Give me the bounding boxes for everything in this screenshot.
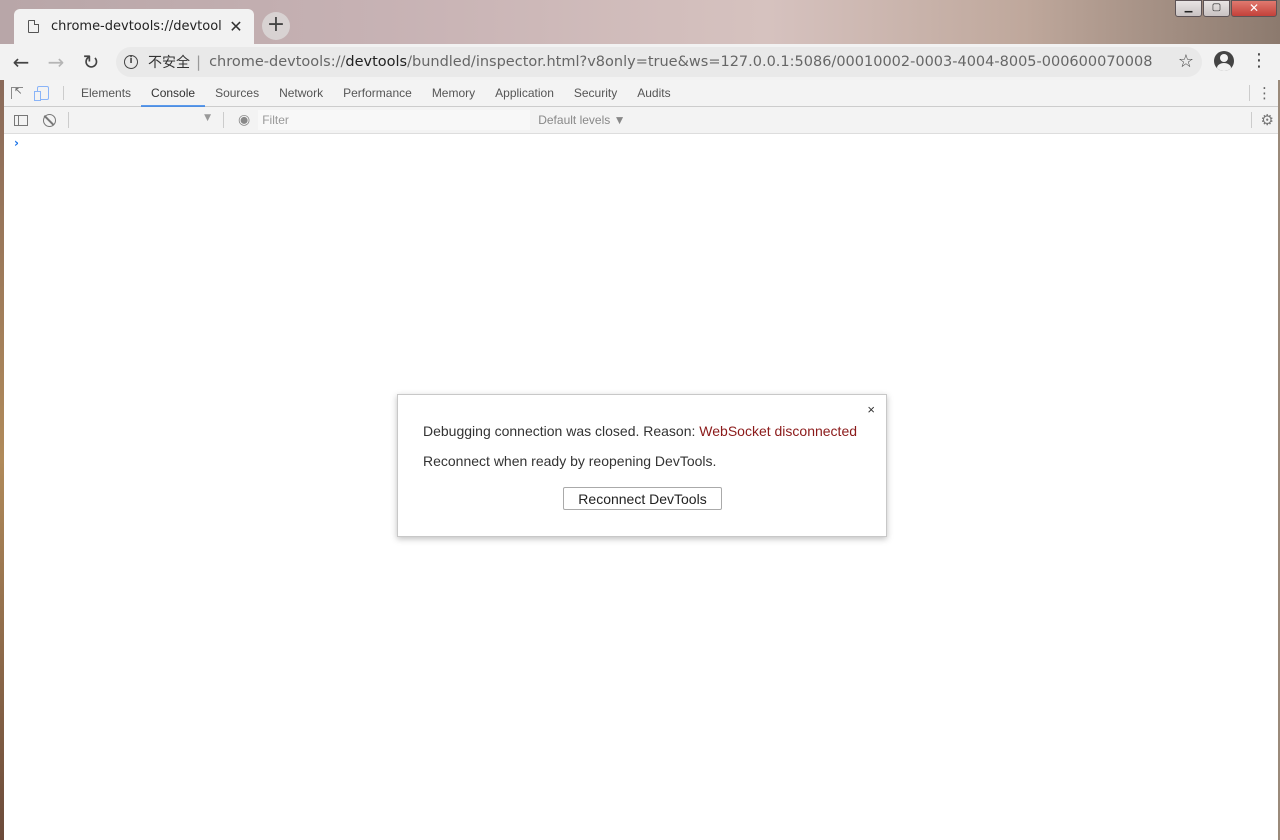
tab-performance[interactable]: Performance	[333, 80, 422, 106]
dialog-subtext: Reconnect when ready by reopening DevToo…	[423, 453, 717, 469]
dialog-message-prefix: Debugging connection was closed. Reason:	[423, 423, 700, 439]
tab-title: chrome-devtools://devtools/bundled/inspe…	[51, 19, 222, 34]
log-levels-dropdown[interactable]: Default levels ▼	[538, 113, 625, 127]
tab-security[interactable]: Security	[564, 80, 627, 106]
tab-network[interactable]: Network	[269, 80, 333, 106]
tab-application[interactable]: Application	[485, 80, 564, 106]
clear-console-icon[interactable]	[43, 113, 56, 127]
dialog-close-icon[interactable]: ×	[867, 402, 875, 417]
tab-memory[interactable]: Memory	[422, 80, 485, 106]
console-sidebar-toggle-icon[interactable]	[14, 114, 28, 126]
context-selector[interactable]: ▼	[75, 110, 211, 130]
profile-avatar-icon[interactable]	[1214, 51, 1234, 71]
maximize-button[interactable]: ▢	[1203, 0, 1230, 17]
tab-sources[interactable]: Sources	[205, 80, 269, 106]
tab-close-icon[interactable]: ✕	[228, 17, 244, 36]
console-settings-gear-icon[interactable]: ⚙	[1261, 111, 1274, 129]
browser-tab[interactable]: chrome-devtools://devtools/bundled/inspe…	[14, 9, 254, 44]
tab-elements[interactable]: Elements	[71, 80, 141, 106]
console-prompt-chevron-icon[interactable]: ›	[14, 136, 19, 150]
tab-console[interactable]: Console	[141, 80, 206, 107]
address-bar[interactable]: i 不安全 | chrome-devtools://devtools/bundl…	[116, 47, 1202, 77]
minimize-button[interactable]: ▁	[1175, 0, 1202, 17]
window-close-button[interactable]: ✕	[1231, 0, 1277, 17]
console-toolbar-divider-2	[223, 112, 224, 128]
info-icon[interactable]: i	[124, 55, 138, 69]
url-host: devtools	[345, 54, 408, 70]
tab-bar-divider	[63, 86, 64, 100]
console-toolbar-divider	[68, 112, 69, 128]
devtools-more-icon[interactable]: ⋮	[1257, 84, 1272, 102]
url-scheme: chrome-devtools://	[209, 54, 346, 70]
document-icon	[28, 20, 39, 33]
more-divider	[1249, 85, 1250, 101]
security-label[interactable]: 不安全	[148, 52, 190, 72]
inspect-element-icon[interactable]	[4, 80, 30, 106]
url-path: /bundled/inspector.html?v8only=true&ws=1…	[407, 54, 1153, 70]
settings-divider	[1251, 112, 1252, 128]
device-toolbar-icon[interactable]	[30, 80, 56, 106]
bookmark-star-icon[interactable]: ☆	[1178, 51, 1194, 72]
forward-button[interactable]: →	[42, 48, 70, 76]
back-button[interactable]: ←	[7, 48, 35, 76]
console-filter-input[interactable]	[258, 110, 531, 130]
dialog-message: Debugging connection was closed. Reason:…	[423, 423, 857, 439]
chevron-down-icon: ▼	[204, 113, 211, 123]
devtools-tab-bar: Elements Console Sources Network Perform…	[4, 80, 1278, 107]
devtools-content: Elements Console Sources Network Perform…	[4, 80, 1278, 840]
connection-closed-dialog: × Debugging connection was closed. Reaso…	[397, 394, 887, 537]
tab-audits[interactable]: Audits	[627, 80, 680, 106]
console-toolbar: ▼ ◉ Default levels ▼ ⚙	[4, 107, 1278, 134]
reconnect-devtools-button[interactable]: Reconnect DevTools	[563, 487, 722, 510]
disconnect-reason: WebSocket disconnected	[699, 423, 858, 439]
browser-menu-icon[interactable]: ⋮	[1250, 50, 1268, 72]
window-controls: ▁ ▢ ✕	[1174, 0, 1277, 17]
omnibox-separator: |	[196, 53, 202, 71]
live-expression-eye-icon[interactable]: ◉	[238, 112, 250, 128]
browser-title-bar: chrome-devtools://devtools/bundled/inspe…	[0, 0, 1280, 44]
reload-button[interactable]: ↻	[77, 48, 105, 76]
url-text[interactable]: chrome-devtools://devtools/bundled/inspe…	[209, 54, 1152, 70]
browser-toolbar: ← → ↻ i 不安全 | chrome-devtools://devtools…	[0, 44, 1280, 80]
new-tab-button[interactable]: +	[262, 12, 290, 40]
